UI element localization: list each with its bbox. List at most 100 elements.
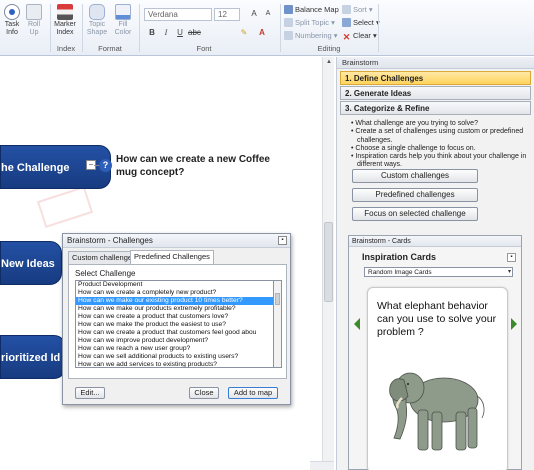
challenge-listbox[interactable]: Product Development How can we create a c… xyxy=(75,280,274,368)
balance-map-label: Balance Map xyxy=(295,5,339,14)
custom-challenges-button[interactable]: Custom challenges xyxy=(352,169,478,183)
topic-shape-button[interactable]: Topic Shape xyxy=(85,4,109,37)
challenge-list-item[interactable]: How can we reach a new user group? xyxy=(76,345,273,353)
topic-shape-label: Topic Shape xyxy=(86,21,108,36)
card-source-select[interactable]: Random Image Cards ▾ xyxy=(364,267,513,277)
numbering-button[interactable]: Numbering ▾ xyxy=(284,31,338,40)
bullet-item: • Create a set of challenges using custo… xyxy=(351,128,524,144)
bullet-item: • Inspiration cards help you think about… xyxy=(351,153,527,169)
highlight-icon[interactable]: ✎ xyxy=(238,27,250,39)
challenge-list-item[interactable]: How can we create a completely new produ… xyxy=(76,289,273,297)
card-source-value: Random Image Cards xyxy=(368,269,432,276)
select-icon xyxy=(342,18,351,27)
numbering-icon xyxy=(284,31,293,40)
topic-prioritized-ideas[interactable]: rioritized Id xyxy=(0,335,66,379)
ribbon-separator xyxy=(280,4,281,52)
challenge-list-item[interactable]: How can we sell additional products to e… xyxy=(76,353,273,361)
challenge-list-item[interactable]: How can we make our existing product 10 … xyxy=(76,297,273,305)
strikethrough-button[interactable]: abc xyxy=(188,27,201,39)
step-generate-ideas[interactable]: 2. Generate Ideas xyxy=(340,86,531,100)
grow-font-icon[interactable]: A xyxy=(248,8,260,20)
sort-button[interactable]: Sort ▾ xyxy=(342,5,373,14)
italic-button[interactable]: I xyxy=(160,27,172,39)
fill-color-button[interactable]: Fill Color xyxy=(111,4,135,37)
balance-map-icon xyxy=(284,5,293,14)
challenge-list-item[interactable]: Product Development xyxy=(76,281,273,289)
step-categorize-refine[interactable]: 3. Categorize & Refine xyxy=(340,101,531,115)
inspiration-cards-heading: Inspiration Cards xyxy=(362,252,437,262)
subtopic-coffee-mug[interactable]: How can we create a new Coffee mug conce… xyxy=(116,153,270,179)
cards-close-icon[interactable]: ▪ xyxy=(507,253,516,262)
group-label-editing: Editing xyxy=(317,44,341,53)
underline-button[interactable]: U xyxy=(174,27,186,39)
roll-up-button[interactable]: Roll Up xyxy=(24,4,44,37)
focus-selected-challenge-button[interactable]: Focus on selected challenge xyxy=(352,207,478,221)
balance-map-button[interactable]: Balance Map xyxy=(284,5,339,14)
challenge-list-item[interactable]: How can we create a product that custome… xyxy=(76,313,273,321)
challenge-list-item[interactable]: How can we make the product the easiest … xyxy=(76,321,273,329)
next-card-icon[interactable] xyxy=(511,318,517,330)
task-info-button[interactable]: Task Info xyxy=(2,4,22,37)
add-to-map-button[interactable]: Add to map xyxy=(228,387,278,399)
font-name-field[interactable]: Verdana xyxy=(144,8,212,21)
listbox-scrollbar[interactable] xyxy=(274,280,282,368)
split-topic-label: Split Topic xyxy=(295,18,330,27)
elephant-image xyxy=(389,372,485,451)
challenge-list-item[interactable]: How can we add services to existing prod… xyxy=(76,361,273,367)
roll-up-label: Roll Up xyxy=(27,21,41,36)
previous-card-icon[interactable] xyxy=(354,318,360,330)
group-label-format: Format xyxy=(98,44,122,53)
pane-title: Brainstorm xyxy=(337,57,534,69)
brainstorm-pane: Brainstorm 1. Define Challenges 2. Gener… xyxy=(336,57,534,470)
bullet-item: • What challenge are you trying to solve… xyxy=(351,120,478,127)
brainstorm-cards-panel: Brainstorm - Cards Inspiration Cards ▪ R… xyxy=(348,235,522,470)
split-topic-icon xyxy=(284,18,293,27)
topic-challenge-label: he Challenge xyxy=(1,162,70,174)
marker-index-button[interactable]: Marker Index xyxy=(53,4,77,37)
task-info-icon xyxy=(4,4,20,20)
bold-button[interactable]: B xyxy=(146,27,158,39)
inspiration-card[interactable]: What elephant behavior can you use to so… xyxy=(367,287,508,470)
tab-predefined-challenges[interactable]: Predefined Challenges xyxy=(130,250,214,264)
card-question: What elephant behavior can you use to so… xyxy=(377,300,497,338)
ribbon-separator xyxy=(139,4,140,52)
font-size-field[interactable]: 12 xyxy=(214,8,240,21)
topic-new-ideas[interactable]: New Ideas xyxy=(0,241,62,285)
select-button[interactable]: Select ▾ xyxy=(342,18,380,27)
chevron-down-icon: ▾ xyxy=(507,269,511,275)
clear-label: Clear xyxy=(353,31,371,40)
close-button[interactable]: Close xyxy=(189,387,219,399)
task-info-label: Task Info xyxy=(4,21,20,36)
scroll-up-icon[interactable]: ▲ xyxy=(323,57,335,67)
dialog-title: Brainstorm - Challenges xyxy=(63,234,290,248)
listbox-scroll-thumb[interactable] xyxy=(275,293,280,305)
marker-index-label: Marker Index xyxy=(54,21,76,36)
canvas-vertical-scrollbar[interactable]: ▲ xyxy=(322,57,334,462)
question-icon: ? xyxy=(99,159,112,172)
marker-index-icon xyxy=(57,4,73,20)
brainstorm-challenges-dialog: Brainstorm - Challenges ▪ Custom challen… xyxy=(62,233,291,405)
edit-button[interactable]: Edit... xyxy=(75,387,105,399)
dialog-close-icon[interactable]: ▪ xyxy=(278,236,287,245)
cards-panel-title: Brainstorm - Cards xyxy=(349,236,521,247)
watermark-stamp xyxy=(36,185,94,229)
clear-icon: ✕ xyxy=(342,32,351,42)
font-color-icon[interactable]: A xyxy=(256,27,268,39)
ribbon-separator xyxy=(82,4,83,52)
roll-up-icon xyxy=(26,4,42,20)
split-topic-button[interactable]: Split Topic ▾ xyxy=(284,18,335,27)
step-define-challenges[interactable]: 1. Define Challenges xyxy=(340,71,531,85)
scroll-corner xyxy=(310,461,334,470)
group-label-index: Index xyxy=(56,44,76,53)
clear-button[interactable]: ✕ Clear ▾ xyxy=(342,31,377,42)
challenge-list-item[interactable]: How can we improve product development? xyxy=(76,337,273,345)
ribbon-separator xyxy=(378,4,379,52)
scroll-thumb[interactable] xyxy=(324,222,333,302)
shrink-font-icon[interactable]: A xyxy=(262,8,274,20)
challenge-list-item[interactable]: How can we make our products extremely p… xyxy=(76,305,273,313)
group-label-font: Font xyxy=(196,44,212,53)
predefined-challenges-button[interactable]: Predefined challenges xyxy=(352,188,478,202)
challenge-list-item[interactable]: How can we create a product that custome… xyxy=(76,329,273,337)
ribbon-separator xyxy=(50,4,51,52)
fill-color-icon xyxy=(115,4,131,20)
